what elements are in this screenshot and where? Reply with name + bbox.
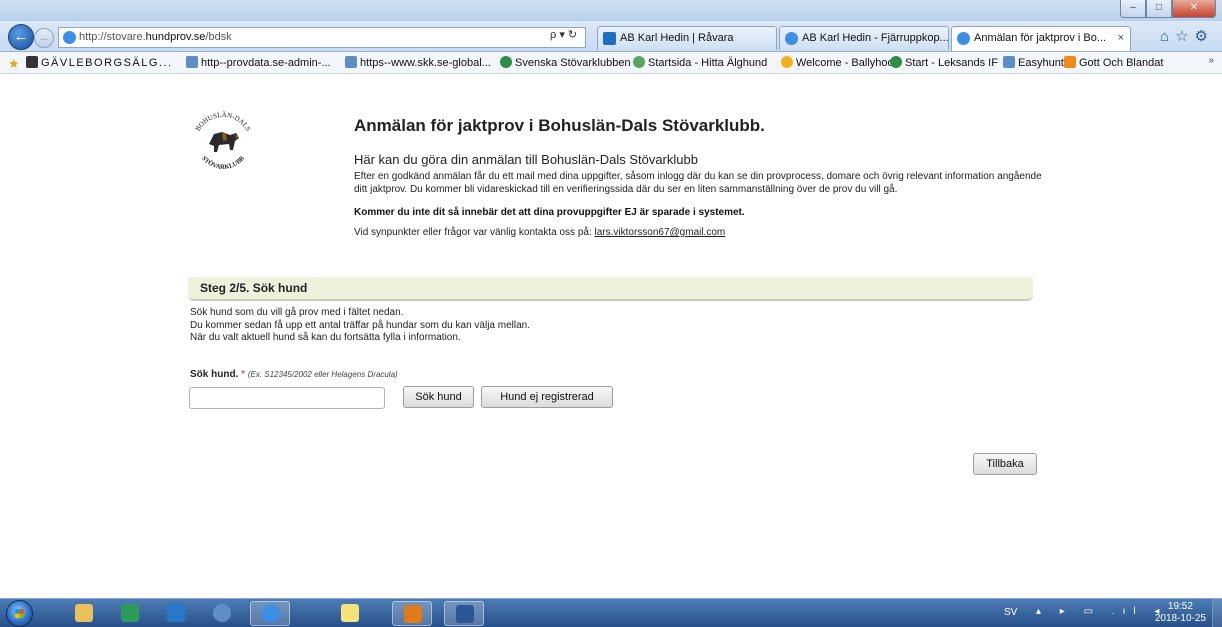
intro-heading: Här kan du göra din anmälan till Bohuslä… <box>354 152 698 167</box>
dog-not-registered-button[interactable]: Hund ej registrerad <box>481 386 613 408</box>
field-hint: (Ex. S12345/2002 eller Helagens Dracula) <box>247 370 398 379</box>
favicon <box>633 56 645 68</box>
browser-navbar: ← → http://stovare.hundprov.se/bdsk ρ ▾ … <box>0 21 1222 52</box>
tab-karl-hedin-ravara[interactable]: AB Karl Hedin | Råvara <box>597 26 777 50</box>
favorite-item[interactable]: Start - Leksands IF <box>890 56 998 69</box>
show-desktop-button[interactable] <box>1212 599 1222 627</box>
tab-karl-hedin-fjarr[interactable]: AB Karl Hedin - Fjärruppkop... <box>779 26 949 50</box>
field-label-text: Sök hund. <box>190 369 239 380</box>
taskbar-sticky-notes[interactable] <box>330 601 370 626</box>
windows-logo-icon <box>15 609 24 618</box>
taskbar-outlook[interactable] <box>392 601 432 626</box>
wireless-icon <box>213 604 231 622</box>
address-domain: hundprov.se <box>145 31 206 43</box>
favicon <box>26 56 38 68</box>
taskbar-chart-app[interactable] <box>110 601 150 626</box>
favorites-star-icon[interactable]: ★ <box>8 56 23 72</box>
search-dog-input[interactable] <box>189 387 385 409</box>
favicon <box>781 56 793 68</box>
tab-anmalan[interactable]: Anmälan för jaktprov i Bo... × <box>951 26 1131 51</box>
taskbar-internet-explorer[interactable] <box>250 601 290 626</box>
favorite-item[interactable]: Gott Och Blandat <box>1064 56 1163 69</box>
ie-icon <box>957 32 970 45</box>
close-window-button[interactable]: ✕ <box>1172 0 1216 18</box>
taskbar-word[interactable] <box>444 601 484 626</box>
contact-email-link[interactable]: lars.viktorsson67@gmail.com <box>595 227 726 238</box>
system-tray: SV ▴ ▸ ▭ .ıl ◂ 19:52 2018-10-25 <box>996 599 1222 627</box>
step-desc-line: Du kommer sedan få upp ett antal träffar… <box>190 319 531 331</box>
close-tab-icon[interactable]: × <box>1118 27 1124 49</box>
back-page-button[interactable]: Tillbaka <box>973 453 1037 475</box>
clock-time: 19:52 <box>1167 601 1193 612</box>
svg-text:BOHUSLÄN-DALS: BOHUSLÄN-DALS <box>194 111 252 133</box>
taskbar: SV ▴ ▸ ▭ .ıl ◂ 19:52 2018-10-25 <box>0 598 1222 627</box>
window-titlebar: – □ ✕ <box>0 0 1222 21</box>
house-icon <box>603 32 616 45</box>
favorite-item[interactable]: Startsida - Hitta Älghund <box>633 56 767 69</box>
favicon <box>890 56 902 68</box>
favicon <box>186 56 198 68</box>
step-description: Sök hund som du vill gå prov med i fälte… <box>190 307 530 345</box>
favorite-item[interactable]: https--www.skk.se-global... <box>345 56 491 69</box>
favorite-item[interactable]: GÄVLEBORGSÄLG... <box>26 56 173 69</box>
svg-text:STÖVARKLUBB: STÖVARKLUBB <box>200 155 246 171</box>
club-logo: BOHUSLÄN-DALS STÖVARKLUBB <box>194 111 252 171</box>
word-icon <box>456 605 474 623</box>
taskbar-media[interactable] <box>156 601 196 626</box>
media-player-icon <box>167 604 185 622</box>
favorite-item[interactable]: Svenska Stövarklubben <box>500 56 631 69</box>
hound-icon <box>209 132 239 152</box>
ie-icon <box>262 605 280 623</box>
favorite-item[interactable]: Welcome - Ballyhoo <box>781 56 894 69</box>
contact-line: Vid synpunkter eller frågor var vänlig k… <box>354 227 725 238</box>
favicon <box>345 56 357 68</box>
chart-app-icon <box>121 604 139 622</box>
required-marker: * <box>241 369 246 380</box>
forward-button[interactable]: → <box>34 28 54 48</box>
outlook-icon <box>404 605 422 623</box>
sticky-notes-icon <box>341 604 359 622</box>
contact-prefix: Vid synpunkter eller frågor var vänlig k… <box>354 227 595 238</box>
clock[interactable]: 19:52 2018-10-25 <box>1155 601 1206 625</box>
page-title: Anmälan för jaktprov i Bohuslän-Dals Stö… <box>354 116 765 135</box>
favorites-more-icon[interactable]: » <box>1208 55 1214 66</box>
search-dog-button[interactable]: Sök hund <box>403 386 474 408</box>
clock-date: 2018-10-25 <box>1154 613 1206 624</box>
favicon <box>1064 56 1076 68</box>
address-bar[interactable]: http://stovare.hundprov.se/bdsk <box>58 27 586 48</box>
address-suffix: /bdsk <box>205 31 232 43</box>
favorites-bar: ★ GÄVLEBORGSÄLG... http--provdata.se-adm… <box>0 52 1222 74</box>
folder-icon <box>75 604 93 622</box>
back-button[interactable]: ← <box>8 24 34 50</box>
taskbar-wifi-app[interactable] <box>202 601 242 626</box>
favicon <box>1003 56 1015 68</box>
minimize-button[interactable]: – <box>1120 0 1146 18</box>
logo-text-top: BOHUSLÄN-DALS <box>194 111 252 133</box>
favorite-item[interactable]: Easyhunt <box>1003 56 1064 69</box>
logo-text-bottom: STÖVARKLUBB <box>200 155 246 171</box>
step-desc-line: Sök hund som du vill gå prov med i fälte… <box>190 307 404 318</box>
window-controls: – □ ✕ <box>1120 0 1216 18</box>
search-refresh-icons[interactable]: ρ ▾ ↻ <box>550 28 577 41</box>
favicon <box>500 56 512 68</box>
intro-text: Efter en godkänd anmälan får du ett mail… <box>354 171 1042 195</box>
home-favorites-tools-icons[interactable]: ⌂☆⚙ <box>1160 27 1214 45</box>
language-indicator[interactable]: SV <box>1004 607 1017 618</box>
search-dog-label: Sök hund. * (Ex. S12345/2002 eller Helag… <box>190 369 398 380</box>
taskbar-explorer[interactable] <box>64 601 104 626</box>
tab-label: Anmälan för jaktprov i Bo... <box>974 32 1107 44</box>
start-button[interactable] <box>6 600 33 627</box>
step-header: Steg 2/5. Sök hund <box>188 277 1033 301</box>
tab-label: AB Karl Hedin | Råvara <box>620 32 734 44</box>
ie-page-icon <box>63 31 76 44</box>
maximize-button[interactable]: □ <box>1146 0 1172 18</box>
intro-warning: Kommer du inte dit så innebär det att di… <box>354 207 745 218</box>
tab-label: AB Karl Hedin - Fjärruppkop... <box>802 32 949 44</box>
tray-icons[interactable]: ▴ ▸ ▭ .ıl ◂ <box>1036 606 1167 617</box>
step-desc-line: När du valt aktuell hund så kan du forts… <box>190 332 461 343</box>
favorite-item[interactable]: http--provdata.se-admin-... <box>186 56 331 69</box>
ie-icon <box>785 32 798 45</box>
address-prefix: http://stovare. <box>79 31 146 43</box>
